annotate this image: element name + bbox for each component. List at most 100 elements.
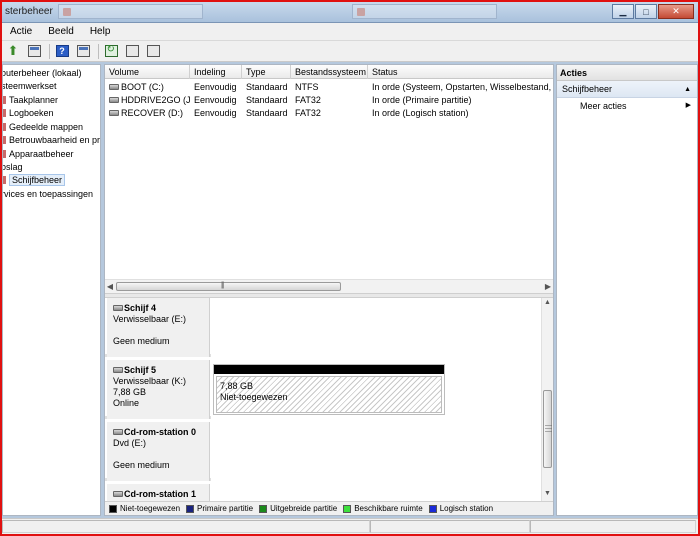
disk-label[interactable]: Cd-rom-station 1: [107, 484, 210, 501]
actions-pane: Acties Schijfbeheer ▲ Meer acties ▶: [556, 64, 698, 516]
tree-item-label: Betrouwbaarheid en pre: [9, 135, 101, 145]
disk-size: [113, 449, 209, 460]
table-row[interactable]: HDDRIVE2GO (J:) Eenvoudig Standaard FAT3…: [105, 94, 553, 106]
disk-name-text: Cd-rom-station 0: [124, 427, 196, 437]
tree-item[interactable]: oslag: [2, 161, 23, 173]
refresh-button[interactable]: [102, 43, 120, 60]
background-window-tab: [58, 4, 203, 19]
tree-item[interactable]: rvices en toepassingen: [3, 188, 93, 200]
minimize-button[interactable]: ▁: [612, 4, 634, 19]
collapse-icon[interactable]: ▲: [684, 81, 691, 98]
tree-item[interactable]: Betrouwbaarheid en pre: [3, 134, 101, 146]
disk-type: Verwisselbaar (K:): [113, 376, 187, 386]
drive-icon: [109, 110, 119, 116]
cell-filesystem: FAT32: [295, 108, 321, 118]
tree-item-label: oslag: [2, 162, 23, 172]
column-bestandssysteem[interactable]: Bestandssysteem: [291, 65, 368, 79]
maximize-button[interactable]: □: [635, 4, 657, 19]
title-bar[interactable]: sterbeheer ▁ □ ✕: [2, 2, 698, 23]
tree-item-schijfbeheer[interactable]: Schijfbeheer: [3, 174, 66, 186]
column-type[interactable]: Type: [242, 65, 291, 79]
disk-list[interactable]: Schijf 4 Verwisselbaar (E:) Geen medium …: [105, 298, 553, 501]
settings-button[interactable]: [144, 43, 162, 60]
more-actions-item[interactable]: Meer acties ▶: [557, 98, 697, 114]
close-button[interactable]: ✕: [658, 4, 694, 19]
refresh-icon: [104, 44, 118, 57]
tree-item-label: outerbeheer (lokaal): [2, 68, 82, 78]
removable-disk-icon: [113, 367, 123, 373]
column-indeling[interactable]: Indeling: [190, 65, 242, 79]
snap-in-icon: [3, 123, 6, 131]
toolbar: ⬆ ?: [2, 41, 698, 62]
scroll-right-icon[interactable]: ▶: [543, 282, 553, 291]
cell-status: In orde (Primaire partitie): [372, 95, 472, 105]
disk-label[interactable]: Cd-rom-station 0 Dvd (E:) Geen medium: [107, 422, 210, 481]
disk-management-pane: Volume Indeling Type Bestandssysteem Sta…: [104, 64, 554, 516]
tree-item[interactable]: steemwerkset: [3, 80, 57, 92]
tree-item[interactable]: Logboeken: [3, 107, 54, 119]
console-tree[interactable]: outerbeheer (lokaal) steemwerkset Taakpl…: [2, 64, 101, 516]
column-status[interactable]: Status: [368, 65, 553, 79]
actions-section-label: Schijfbeheer: [562, 84, 613, 94]
window-controls: ▁ □ ✕: [611, 4, 694, 19]
menu-actie[interactable]: Actie: [2, 26, 40, 37]
horizontal-scrollbar[interactable]: ◀ ||| ▶: [105, 279, 553, 293]
show-hide-actions-button[interactable]: [74, 43, 92, 60]
scroll-down-icon[interactable]: ▼: [542, 490, 553, 497]
disk-label[interactable]: Schijf 4 Verwisselbaar (E:) Geen medium: [107, 298, 210, 357]
background-window-tab: [352, 4, 497, 19]
column-volume[interactable]: Volume: [105, 65, 190, 79]
snap-in-icon: [3, 136, 6, 144]
tree-item[interactable]: Apparaatbeheer: [3, 148, 74, 160]
volume-list[interactable]: Volume Indeling Type Bestandssysteem Sta…: [105, 65, 553, 293]
grip-icon: — — —: [545, 422, 552, 435]
scroll-thumb[interactable]: — — —: [543, 390, 552, 468]
disk-row[interactable]: Cd-rom-station 0 Dvd (E:) Geen medium: [105, 422, 541, 481]
disk-type: Dvd (E:): [113, 438, 147, 448]
disk-status: Online: [113, 398, 140, 408]
legend-swatch: [186, 504, 195, 513]
menu-help[interactable]: Help: [82, 26, 119, 37]
actions-section-schijfbeheer[interactable]: Schijfbeheer ▲: [557, 81, 697, 98]
menu-bar: Actie Beeld Help: [2, 23, 698, 41]
menu-beeld[interactable]: Beeld: [40, 26, 82, 37]
disk-name: Schijf 5: [113, 364, 209, 376]
disk-row[interactable]: Schijf 4 Verwisselbaar (E:) Geen medium: [105, 298, 541, 357]
properties-button[interactable]: [123, 43, 141, 60]
tree-item[interactable]: outerbeheer (lokaal): [2, 67, 82, 79]
disk-row[interactable]: Schijf 5 Verwisselbaar (K:) 7,88 GB Onli…: [105, 360, 541, 419]
disk-body: 7,88 GB Niet-toegewezen: [211, 360, 541, 419]
disk-status: Geen medium: [113, 336, 170, 346]
window-icon: [357, 8, 365, 16]
cell-filesystem: NTFS: [295, 82, 319, 92]
disk-row[interactable]: Cd-rom-station 1: [105, 484, 541, 501]
scroll-up-icon[interactable]: ▲: [542, 299, 553, 306]
table-row[interactable]: BOOT (C:) Eenvoudig Standaard NTFS In or…: [105, 81, 553, 93]
toolbar-separator: [98, 43, 99, 59]
unallocated-partition[interactable]: 7,88 GB Niet-toegewezen: [213, 364, 445, 415]
legend-item: Primaire partitie: [186, 504, 253, 513]
cell-volume: RECOVER (D:): [105, 107, 190, 119]
scroll-left-icon[interactable]: ◀: [105, 282, 115, 291]
drive-icon: [109, 97, 119, 103]
legend-swatch: [259, 504, 268, 513]
snap-in-icon: [3, 96, 6, 104]
tree-item[interactable]: Gedeelde mappen: [3, 121, 83, 133]
disk-label[interactable]: Schijf 5 Verwisselbaar (K:) 7,88 GB Onli…: [107, 360, 210, 419]
snap-in-icon: [3, 109, 6, 117]
partition-state: Niet-toegewezen: [220, 392, 288, 402]
tree-item[interactable]: Taakplanner: [3, 94, 59, 106]
show-hide-tree-button[interactable]: [25, 43, 43, 60]
help-button[interactable]: ?: [53, 43, 71, 60]
cell-indeling: Eenvoudig: [194, 82, 237, 92]
cell-status: In orde (Logisch station): [372, 108, 469, 118]
more-actions-label: Meer acties: [580, 101, 627, 111]
toolbar-separator: [49, 43, 50, 59]
help-icon: ?: [55, 45, 69, 57]
vertical-scrollbar[interactable]: ▲ — — — ▼: [541, 298, 553, 501]
scroll-thumb[interactable]: |||: [116, 282, 341, 291]
up-button[interactable]: ⬆: [4, 43, 22, 60]
tree-item-label: Taakplanner: [9, 95, 59, 105]
table-row[interactable]: RECOVER (D:) Eenvoudig Standaard FAT32 I…: [105, 107, 553, 119]
legend-label: Niet-toegewezen: [120, 504, 181, 513]
